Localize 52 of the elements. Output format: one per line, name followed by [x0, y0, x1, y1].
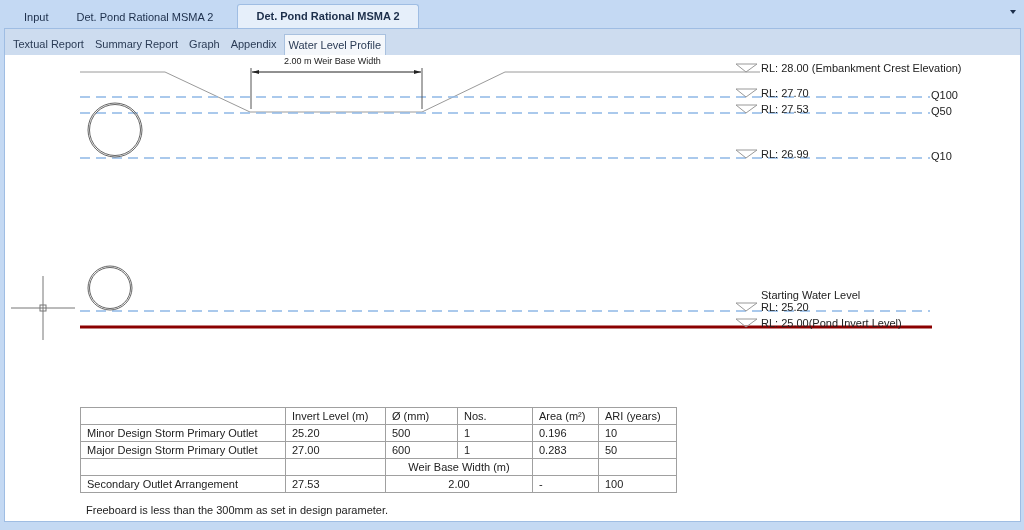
column-header: ARI (years)	[598, 407, 677, 425]
table-cell: Weir Base Width (m)	[385, 458, 533, 476]
level-marker-icon	[735, 318, 758, 328]
storm-label: Q100	[931, 89, 958, 101]
storm-label: Q50	[931, 105, 952, 117]
table-cell: 0.283	[532, 441, 599, 459]
level-label: RL: 26.99	[761, 148, 809, 160]
document-tab[interactable]: Input	[12, 6, 61, 28]
table-cell: Secondary Outlet Arrangement	[80, 475, 286, 493]
document-tab[interactable]: Det. Pond Rational MSMA 2	[64, 6, 226, 28]
column-header: Nos.	[457, 407, 533, 425]
freeboard-warning: Freeboard is less than the 300mm as set in design parameter.	[86, 503, 390, 518]
table-cell: 10	[598, 424, 677, 442]
table-cell: 27.00	[285, 441, 386, 459]
table-cell: 500	[385, 424, 458, 442]
report-tab[interactable]: Appendix	[226, 34, 281, 55]
table-cell: 1	[457, 441, 533, 459]
table-cell: Minor Design Storm Primary Outlet	[80, 424, 286, 442]
table-cell: 600	[385, 441, 458, 459]
level-label: RL: 25.20	[761, 301, 809, 313]
level-label: RL: 28.00 (Embankment Crest Elevation)	[761, 62, 962, 74]
report-tab[interactable]: Textual Report	[9, 34, 88, 55]
crosshair-cursor-icon	[10, 275, 76, 341]
report-tab[interactable]: Graph	[185, 34, 224, 55]
column-header: Area (m²)	[532, 407, 599, 425]
column-header: Ø (mm)	[385, 407, 458, 425]
level-marker-icon	[735, 88, 758, 98]
storm-label: Q10	[931, 150, 952, 162]
level-marker-icon	[735, 149, 758, 159]
pipe-outlet-drawing	[87, 265, 133, 311]
level-marker-icon	[735, 104, 758, 114]
level-caption: Starting Water Level	[761, 289, 861, 301]
table-cell: -	[532, 475, 599, 493]
table-cell: 100	[598, 475, 677, 493]
column-header: Invert Level (m)	[285, 407, 386, 425]
table-cell: 1	[457, 424, 533, 442]
table-cell: 50	[598, 441, 677, 459]
table-cell: 27.53	[285, 475, 386, 493]
report-tab[interactable]: Water Level Profile	[283, 34, 387, 55]
table-cell: 25.20	[285, 424, 386, 442]
report-tab[interactable]: Summary Report	[90, 34, 183, 55]
table-cell: 2.00	[385, 475, 533, 493]
dropdown-caret-icon[interactable]	[1010, 10, 1016, 14]
document-tab[interactable]: Det. Pond Rational MSMA 2	[237, 4, 419, 28]
level-marker-icon	[735, 63, 758, 73]
pipe-outlet-drawing	[87, 102, 143, 158]
level-label: RL: 27.70	[761, 87, 809, 99]
level-marker-icon	[735, 302, 758, 312]
table-cell: Major Design Storm Primary Outlet	[80, 441, 286, 459]
table-cell: 0.196	[532, 424, 599, 442]
dimension-label: 2.00 m Weir Base Width	[284, 55, 381, 68]
level-label: RL: 27.53	[761, 103, 809, 115]
